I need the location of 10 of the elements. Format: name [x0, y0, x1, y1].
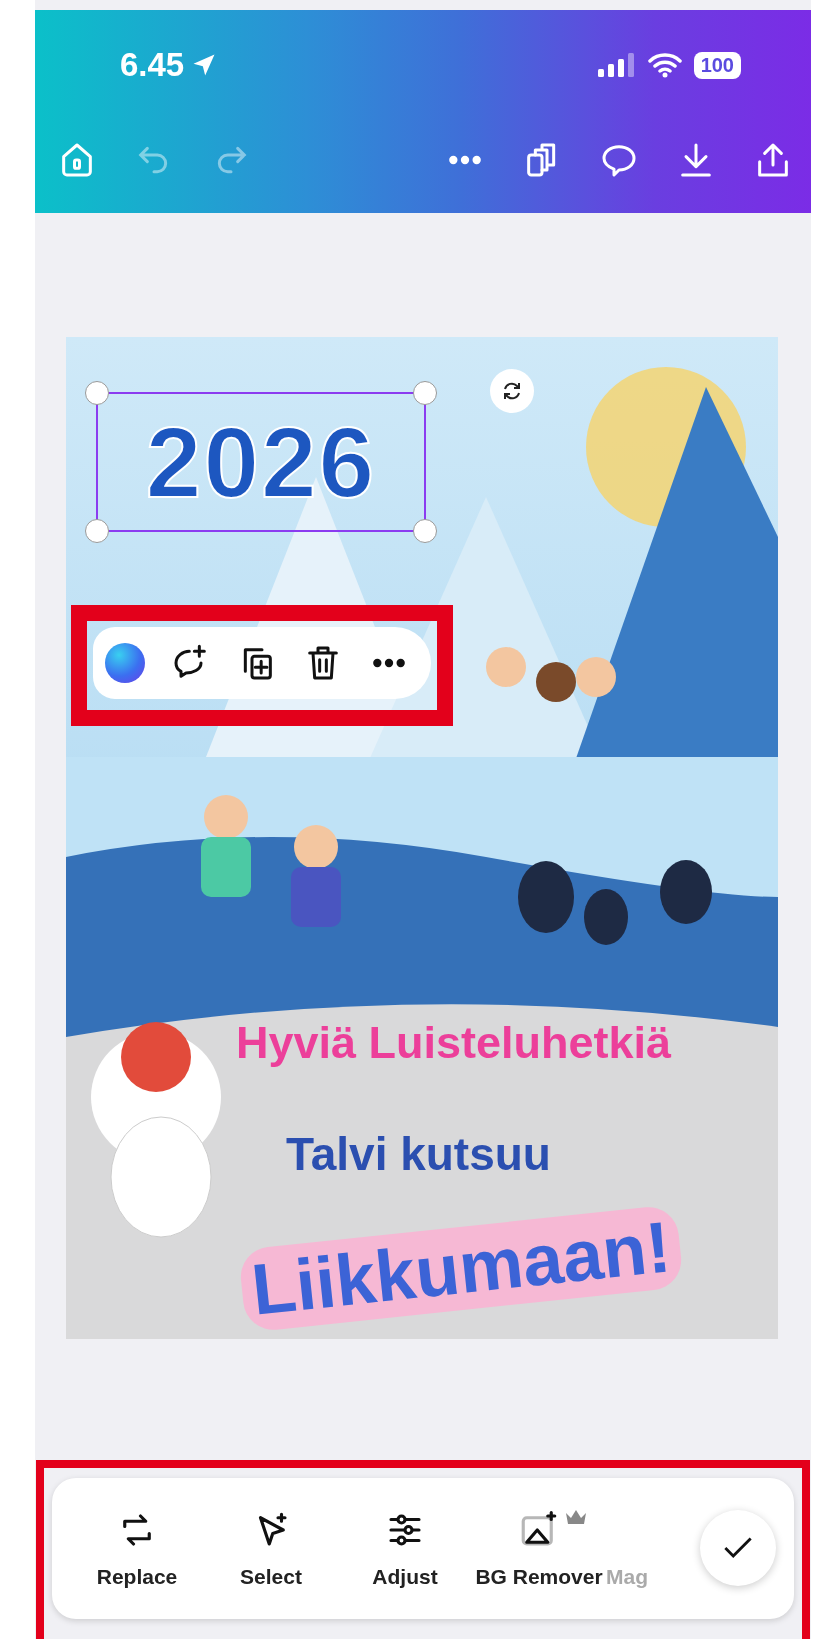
tool-button[interactable]: Adjust — [338, 1508, 472, 1589]
tool-button[interactable]: Select — [204, 1508, 338, 1589]
tool-button[interactable]: BG Remover — [472, 1508, 606, 1589]
battery-level: 100 — [693, 51, 741, 79]
signal-icon — [597, 53, 636, 77]
subtitle-text[interactable]: Talvi kutsuu — [286, 1127, 551, 1181]
tool-button[interactable]: Replace — [70, 1508, 204, 1589]
magic-icon[interactable] — [105, 643, 145, 683]
status-time: 6.45 — [120, 46, 185, 84]
wifi-icon — [647, 52, 682, 78]
